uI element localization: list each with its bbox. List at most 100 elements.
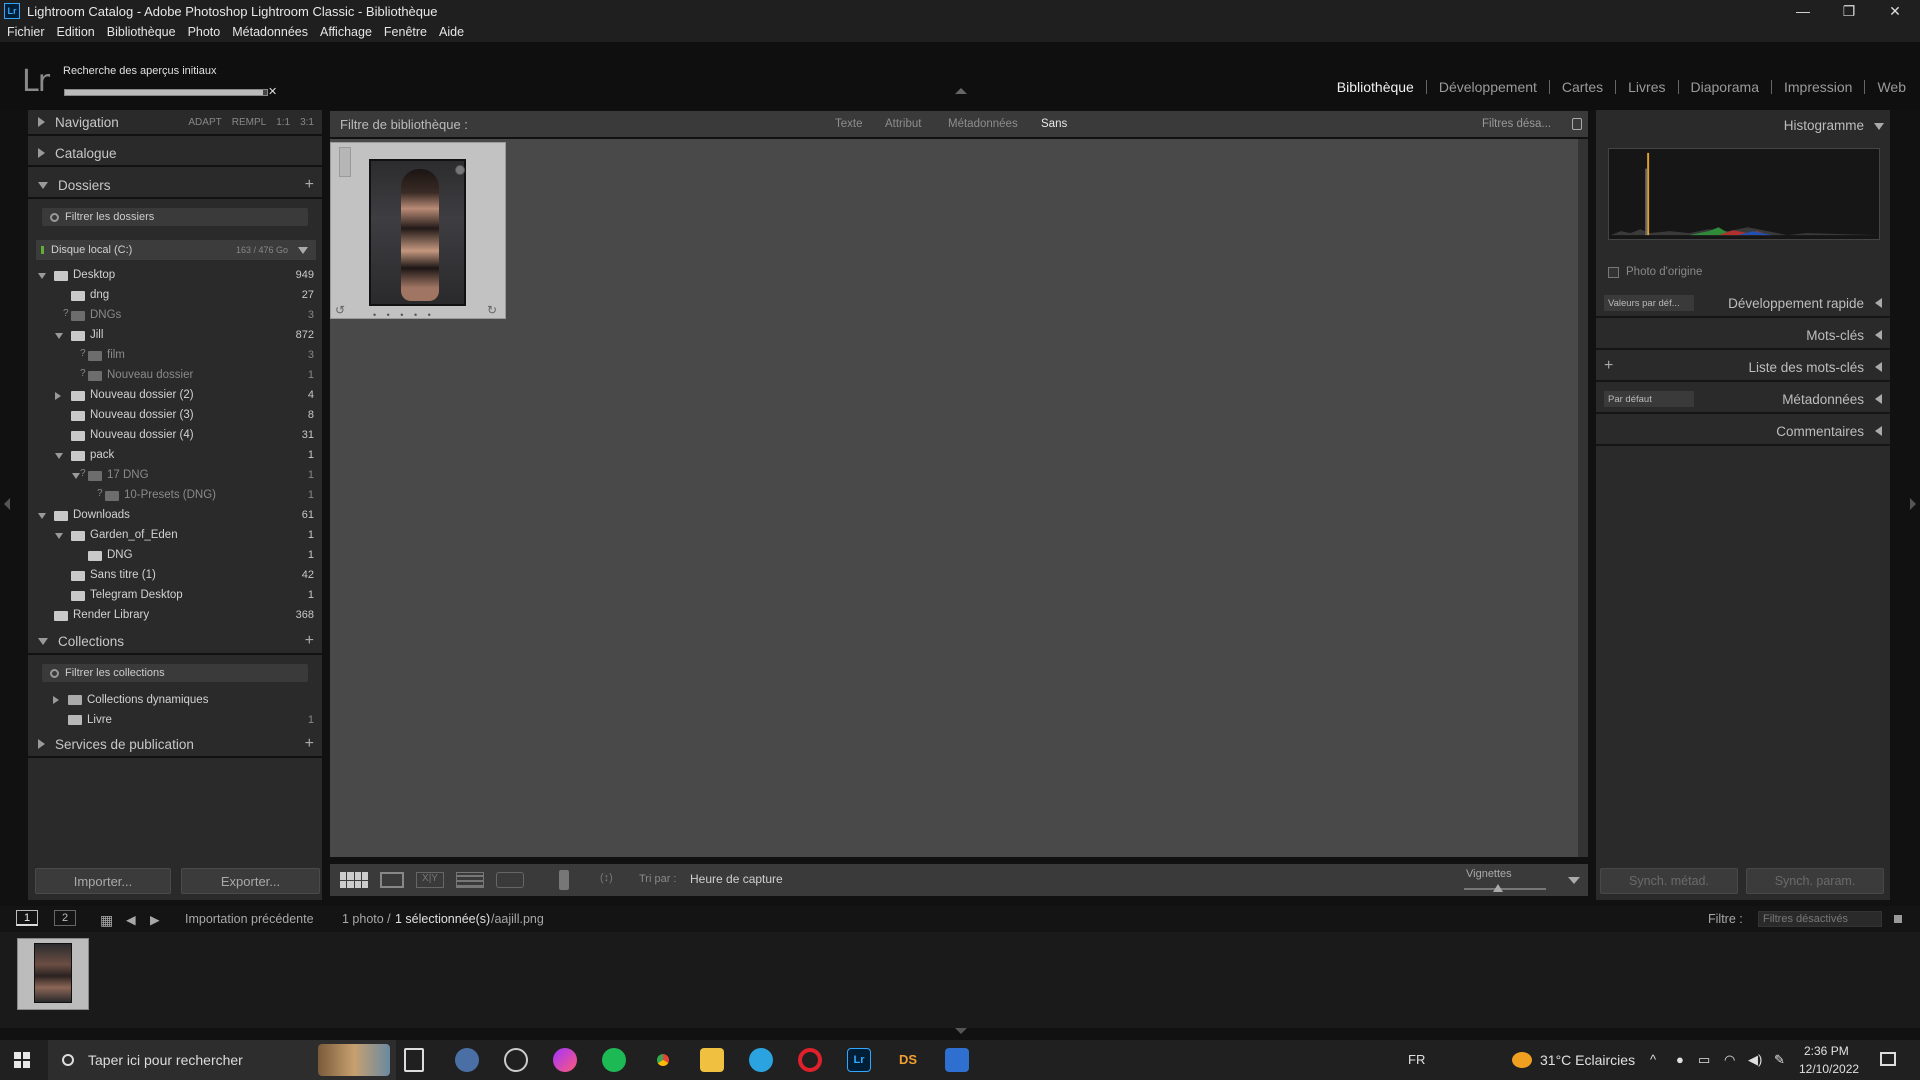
lock-icon[interactable]	[1572, 118, 1582, 130]
catalogue-header[interactable]: Catalogue	[28, 141, 322, 167]
grid-cell[interactable]: • • • • • ↺ ↻	[330, 142, 506, 320]
clock-date[interactable]: 12/10/2022	[1799, 1062, 1859, 1076]
publish-services-header[interactable]: Services de publication +	[28, 732, 322, 758]
rotate-right-icon[interactable]: ↻	[487, 303, 497, 317]
weather-icon[interactable]	[1512, 1052, 1532, 1068]
clock-time[interactable]: 2:36 PM	[1804, 1044, 1849, 1058]
toolbar-menu-icon[interactable]	[1568, 877, 1580, 884]
add-keyword-icon[interactable]: +	[1604, 357, 1613, 375]
back-arrow-icon[interactable]: ◀	[126, 912, 136, 927]
folder-row[interactable]: Render Library 368	[28, 606, 322, 626]
task-view-icon[interactable]	[404, 1048, 424, 1072]
collection-row[interactable]: Livre 1	[28, 710, 322, 730]
folder-row[interactable]: Downloads 61	[28, 506, 322, 526]
folder-row[interactable]: Nouveau dossier (3) 8	[28, 406, 322, 426]
sync-metadata-button[interactable]: Synch. métad.	[1600, 868, 1738, 894]
module-developpement[interactable]: Développement	[1427, 80, 1550, 94]
selected-filename[interactable]: /aajill.png	[491, 912, 544, 926]
quick-collection-icon[interactable]	[455, 165, 465, 175]
filmstrip-source[interactable]: Importation précédente	[185, 912, 314, 926]
file-explorer-icon[interactable]	[700, 1048, 724, 1072]
folder-row[interactable]: Telegram Desktop 1	[28, 586, 322, 606]
add-collection-icon[interactable]: +	[305, 632, 314, 650]
collapse-icon[interactable]	[55, 333, 63, 339]
zoom-3-1[interactable]: 3:1	[300, 117, 314, 128]
collapse-top-arrow-icon[interactable]	[955, 88, 967, 94]
windows-start-icon[interactable]	[14, 1052, 30, 1068]
lightroom-taskbar-icon[interactable]: Lr	[847, 1048, 871, 1072]
spotify-icon[interactable]	[602, 1048, 626, 1072]
collapse-icon[interactable]	[38, 513, 46, 519]
microphone-icon[interactable]: ●	[1676, 1052, 1684, 1067]
zoom-rempl[interactable]: REMPL	[232, 117, 266, 128]
calculator-icon[interactable]	[945, 1048, 969, 1072]
restore-button[interactable]: ❐	[1826, 0, 1872, 22]
painter-icon[interactable]	[559, 870, 569, 890]
filmstrip-thumbnail[interactable]	[17, 938, 89, 1010]
module-cartes[interactable]: Cartes	[1550, 80, 1617, 94]
sort-direction-icon[interactable]: (↕)	[600, 872, 630, 888]
folder-row[interactable]: Jill 872	[28, 326, 322, 346]
filter-none-tab[interactable]: Sans	[1041, 118, 1067, 130]
obs-icon[interactable]	[504, 1048, 528, 1072]
collapse-left-arrow-icon[interactable]	[4, 498, 10, 510]
wifi-icon[interactable]: ◠	[1724, 1052, 1735, 1068]
folder-row[interactable]: dng 27	[28, 286, 322, 306]
folder-row[interactable]: Nouveau dossier (4) 31	[28, 426, 322, 446]
disk-menu-icon[interactable]	[298, 246, 308, 254]
collapse-right-arrow-icon[interactable]	[1910, 498, 1916, 510]
collapse-icon[interactable]	[55, 453, 63, 459]
menu-metadonnees[interactable]: Métadonnées	[232, 25, 308, 39]
module-diaporama[interactable]: Diaporama	[1679, 80, 1772, 94]
filter-preset-select[interactable]: Filtres désa...	[1482, 118, 1551, 130]
sort-select[interactable]: Heure de capture	[690, 872, 783, 886]
disk-volume-row[interactable]: Disque local (C:) 163 / 476 Go	[36, 240, 316, 260]
histogram-header[interactable]: Histogramme	[1596, 110, 1890, 140]
photo-thumbnail[interactable]	[369, 159, 466, 306]
collection-row[interactable]: Collections dynamiques	[28, 690, 322, 710]
sync-settings-button[interactable]: Synch. param.	[1746, 868, 1884, 894]
thumbnail-size-knob[interactable]	[1493, 884, 1503, 892]
folder-row[interactable]: 10-Presets (DNG) 1	[28, 486, 322, 506]
primary-window-button[interactable]: 1	[16, 910, 38, 926]
quick-develop-header[interactable]: Valeurs par déf... Développement rapide	[1596, 288, 1890, 318]
folder-row[interactable]: Nouveau dossier (2) 4	[28, 386, 322, 406]
rotate-left-icon[interactable]: ↺	[335, 303, 345, 317]
battery-icon[interactable]: ▭	[1698, 1052, 1710, 1068]
pick-flag-icon[interactable]	[339, 147, 351, 177]
app-icon[interactable]	[455, 1048, 479, 1072]
menu-aide[interactable]: Aide	[439, 25, 464, 39]
add-folder-icon[interactable]: +	[305, 176, 314, 194]
filter-attribute-tab[interactable]: Attribut	[885, 118, 921, 130]
add-publish-service-icon[interactable]: +	[305, 735, 314, 753]
folder-row[interactable]: pack 1	[28, 446, 322, 466]
close-button[interactable]: ✕	[1872, 0, 1918, 22]
cancel-progress-icon[interactable]: ✕	[268, 85, 277, 98]
telegram-icon[interactable]	[749, 1048, 773, 1072]
rating-stars[interactable]: • • • • •	[373, 310, 435, 320]
folder-row[interactable]: Sans titre (1) 42	[28, 566, 322, 586]
folder-row[interactable]: Nouveau dossier 1	[28, 366, 322, 386]
metadata-preset-select[interactable]: Par défaut	[1604, 391, 1694, 407]
secondary-window-button[interactable]: 2	[54, 910, 76, 926]
folder-row[interactable]: 17 DNG 1	[28, 466, 322, 486]
comments-header[interactable]: Commentaires	[1596, 416, 1890, 446]
collapse-bottom-arrow-icon[interactable]	[955, 1028, 967, 1034]
module-livres[interactable]: Livres	[1616, 80, 1679, 94]
folder-row[interactable]: film 3	[28, 346, 322, 366]
collapse-icon[interactable]	[72, 473, 80, 479]
module-impression[interactable]: Impression	[1772, 80, 1866, 94]
chrome-icon[interactable]	[651, 1048, 675, 1072]
filter-text-tab[interactable]: Texte	[835, 118, 863, 130]
filter-lock-icon[interactable]	[1894, 915, 1902, 923]
metadata-header[interactable]: Par défaut Métadonnées	[1596, 384, 1890, 414]
messenger-icon[interactable]	[553, 1048, 577, 1072]
notification-icon[interactable]	[1880, 1052, 1896, 1066]
people-view-icon[interactable]	[496, 872, 524, 888]
search-highlight-icon[interactable]	[318, 1044, 390, 1076]
menu-bibliotheque[interactable]: Bibliothèque	[107, 25, 176, 39]
photo-grid[interactable]	[330, 139, 1578, 857]
grid-small-icon[interactable]: ▦	[100, 912, 113, 929]
folder-row[interactable]: Desktop 949	[28, 266, 322, 286]
collections-header[interactable]: Collections +	[28, 629, 322, 655]
